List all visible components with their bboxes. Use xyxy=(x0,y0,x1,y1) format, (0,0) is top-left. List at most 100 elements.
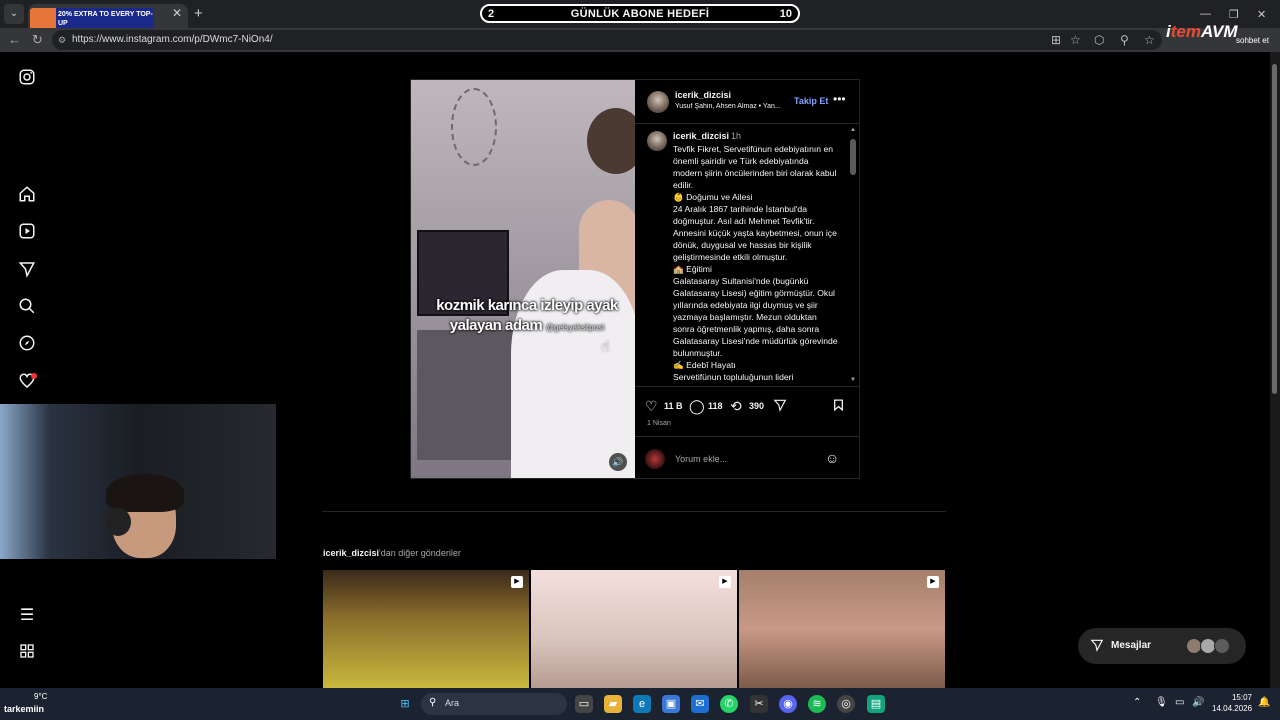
messages-label: Mesajlar xyxy=(1111,640,1152,651)
video-caption: kozmik karınca izleyip ayak yalayan adam… xyxy=(436,297,618,334)
close-window-icon[interactable]: ✕ xyxy=(1257,8,1266,21)
messages-button[interactable]: Mesajlar xyxy=(1078,628,1246,664)
scroll-down-icon[interactable]: ▼ xyxy=(850,377,856,383)
favorites-icon[interactable]: ☆ xyxy=(1144,33,1155,47)
share-send-icon[interactable] xyxy=(773,398,787,415)
viewer-avatar xyxy=(645,449,665,469)
restore-icon[interactable]: ❐ xyxy=(1229,8,1239,21)
back-icon[interactable]: ← xyxy=(8,32,21,47)
search-icon[interactable] xyxy=(17,297,37,317)
post-date: 1 Nisan xyxy=(647,420,671,427)
reload-icon[interactable]: ↻ xyxy=(32,32,43,48)
post-details: icerik_dizcisi Yusuf Şahin, Ahsen Almaz … xyxy=(635,80,859,478)
comments-panel: icerik_dizcisi 1h Tevfik Fikret, Serveti… xyxy=(635,125,859,387)
reel-indicator-icon: ▶ xyxy=(511,576,523,588)
profile-switch-icon[interactable]: ⚲ xyxy=(1120,33,1129,47)
page-scroll-thumb[interactable] xyxy=(1272,64,1277,394)
mail-icon[interactable]: ✉ xyxy=(691,695,709,713)
like-count[interactable]: 11 B xyxy=(664,401,683,411)
add-comment-row: Yorum ekle... ☺ xyxy=(635,436,859,478)
more-menu-icon[interactable]: ☰ xyxy=(17,606,37,626)
ad-text: 20% EXTRA TO EVERY TOP-UP xyxy=(58,11,153,27)
like-heart-icon[interactable]: ♡ xyxy=(645,398,658,415)
video-caption-tag: @gelsyaksitpost xyxy=(545,323,605,332)
taskbar-clock[interactable]: 15:07 14.04.2026 xyxy=(1212,692,1252,714)
comment-input[interactable]: Yorum ekle... xyxy=(675,454,727,464)
reel-indicator-icon: ▶ xyxy=(719,576,731,588)
weather-temp[interactable]: 9°C xyxy=(34,692,47,701)
obs-icon[interactable]: ◎ xyxy=(837,695,855,713)
network-icon[interactable]: ▭ xyxy=(1175,697,1184,708)
edge-browser-icon[interactable]: e xyxy=(633,695,651,713)
taskbar-search-icon: ⚲ xyxy=(429,697,437,708)
taskbar-search[interactable]: ⚲ Ara xyxy=(421,693,567,715)
notification-center-icon[interactable]: 🔔 xyxy=(1258,697,1270,708)
site-info-icon[interactable]: ⚙ xyxy=(58,30,66,50)
app-install-icon[interactable]: ⊞ xyxy=(1051,33,1061,47)
weather-label[interactable]: tarkemiin xyxy=(4,704,44,714)
tab-close-icon[interactable]: ✕ xyxy=(172,6,182,20)
tab-ad-banner[interactable]: 20% EXTRA TO EVERY TOP-UP xyxy=(30,8,154,30)
url-text: https://www.instagram.com/p/DWmc7-NiOn4/ xyxy=(72,34,273,45)
spotify-icon[interactable]: ≋ xyxy=(808,695,826,713)
follow-button[interactable]: Takip Et xyxy=(794,96,828,106)
explore-icon[interactable] xyxy=(17,334,37,354)
comment-icon[interactable]: ◯ xyxy=(689,398,705,415)
more-post-thumbnail[interactable]: ▶ xyxy=(323,570,529,688)
author-username[interactable]: icerik_dizcisi xyxy=(675,90,731,100)
streamer-webcam xyxy=(0,404,276,559)
comments-scroll-thumb[interactable] xyxy=(850,139,856,175)
minimize-icon[interactable]: — xyxy=(1200,8,1211,20)
whatsapp-icon[interactable]: ✆ xyxy=(720,695,738,713)
new-tab-icon[interactable]: + xyxy=(194,5,203,22)
extension-icon[interactable]: ⬡ xyxy=(1094,33,1104,47)
repost-count: 390 xyxy=(749,401,765,411)
scroll-up-icon[interactable]: ▲ xyxy=(850,127,856,133)
stream-brand-logo: itemAVM xyxy=(1166,22,1238,41)
emoji-picker-icon[interactable]: ☺ xyxy=(825,450,839,466)
mouse-cursor-icon: ☝ xyxy=(601,338,610,354)
instagram-sidebar: ☰ xyxy=(0,52,54,688)
post-audio-line[interactable]: Yusuf Şahin, Ahsen Almaz • Yan... xyxy=(675,103,797,110)
notification-dot xyxy=(31,373,37,379)
webcam-headphone xyxy=(105,508,131,536)
microphone-icon[interactable]: 🎙 xyxy=(1155,697,1168,708)
home-icon[interactable] xyxy=(17,185,37,205)
tab-search-menu-icon[interactable]: ⌄ xyxy=(4,4,24,24)
author-avatar[interactable] xyxy=(647,91,669,113)
chat-app-icon[interactable]: ▤ xyxy=(867,695,885,713)
file-explorer-icon[interactable]: ▰ xyxy=(604,695,622,713)
store-icon[interactable]: ▣ xyxy=(662,695,680,713)
tray-expand-icon[interactable]: ⌃ xyxy=(1133,697,1141,708)
snipping-tool-icon[interactable]: ✂ xyxy=(750,695,768,713)
direct-send-icon[interactable] xyxy=(17,260,37,280)
video-person-head xyxy=(587,108,635,174)
instagram-logo-icon[interactable] xyxy=(17,68,37,88)
reel-indicator-icon: ▶ xyxy=(927,576,939,588)
task-view-icon[interactable]: ▭ xyxy=(575,695,593,713)
save-bookmark-icon[interactable] xyxy=(832,398,845,415)
more-post-thumbnail[interactable]: ▶ xyxy=(739,570,945,688)
bookmark-star-icon[interactable]: ☆ xyxy=(1070,33,1081,47)
page-scrollbar[interactable] xyxy=(1270,52,1280,688)
post-video[interactable]: kozmik karınca izleyip ayak yalayan adam… xyxy=(411,80,635,478)
caption-avatar[interactable] xyxy=(647,131,667,151)
more-post-thumbnail[interactable]: ▶ xyxy=(531,570,737,688)
taskbar-search-text: Ara xyxy=(445,698,460,708)
threads-apps-icon[interactable] xyxy=(17,643,37,663)
volume-icon[interactable]: 🔊 xyxy=(1192,697,1204,708)
comments-scrollbar[interactable]: ▲ ▼ xyxy=(849,127,857,385)
clock-time: 15:07 xyxy=(1231,693,1252,702)
windows-start-icon[interactable]: ⊞ xyxy=(396,695,414,713)
subscriber-goal-bar: 2 GÜNLÜK ABONE HEDEFİ 10 xyxy=(480,4,800,23)
caption-username[interactable]: icerik_dizcisi xyxy=(673,131,729,141)
caption-time: 1h xyxy=(731,131,742,141)
reels-icon[interactable] xyxy=(17,222,37,242)
clock-date: 14.04.2026 xyxy=(1212,704,1253,713)
more-options-icon[interactable]: ••• xyxy=(833,92,846,106)
url-field[interactable]: ⚙ https://www.instagram.com/p/DWmc7-NiOn… xyxy=(52,30,1162,50)
mute-toggle-icon[interactable]: 🔊 xyxy=(609,453,627,471)
section-divider xyxy=(322,511,946,512)
discord-icon[interactable]: ◉ xyxy=(779,695,797,713)
repost-icon[interactable]: ⟲ xyxy=(730,398,742,415)
